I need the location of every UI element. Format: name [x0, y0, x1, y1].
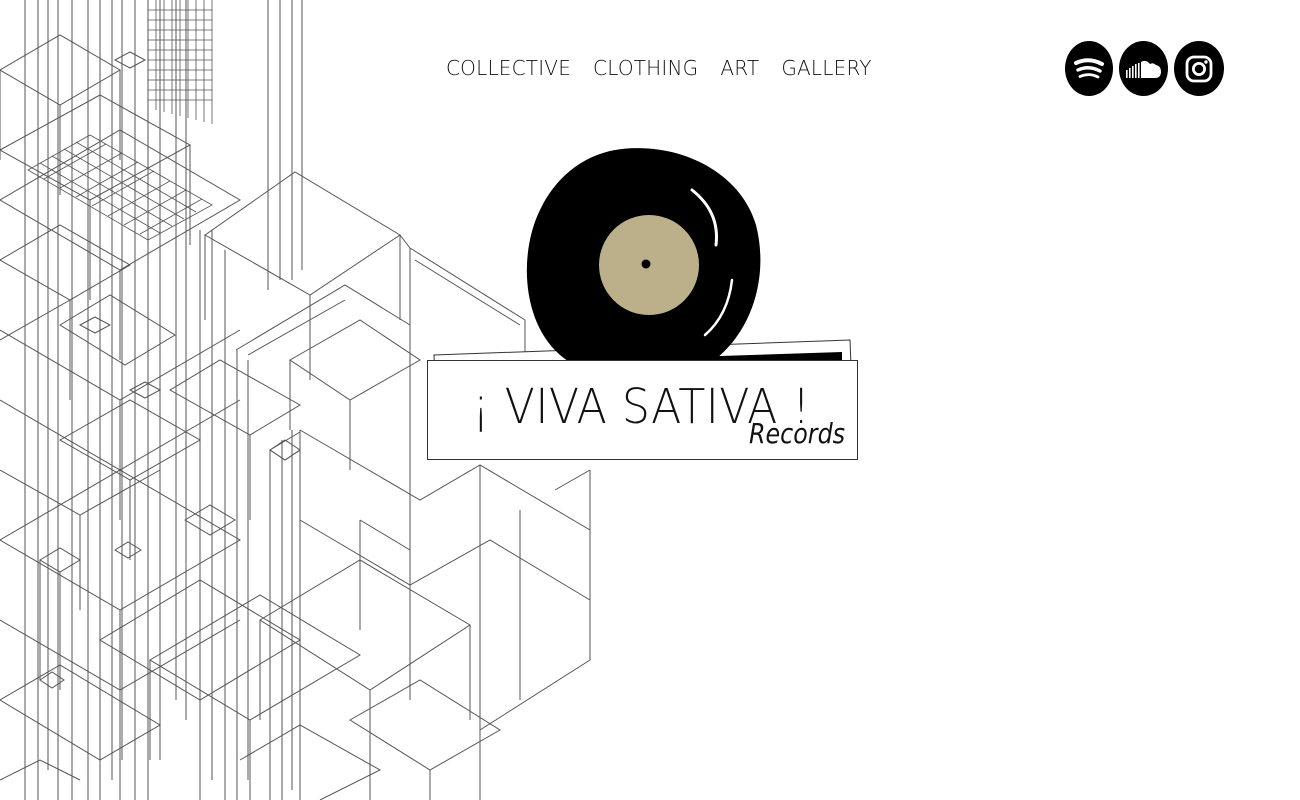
soundcloud-icon: [1125, 60, 1161, 78]
spotify-icon: [1074, 57, 1104, 78]
instagram-icon: [1185, 55, 1213, 82]
nav-item-clothing[interactable]: CLOTHING: [593, 56, 698, 80]
logo-title-card: ¡ VIVA SATIVA ! Records: [427, 360, 858, 460]
nav-item-art[interactable]: ART: [720, 56, 759, 80]
social-links: [1065, 41, 1224, 96]
logo-subtitle: Records: [748, 417, 845, 450]
nav-item-gallery[interactable]: GALLERY: [781, 56, 871, 80]
spotify-link[interactable]: [1065, 41, 1113, 96]
record-spindle-hole: [641, 259, 651, 269]
main-nav: COLLECTIVE CLOTHING ART GALLERY: [446, 56, 872, 80]
soundcloud-link[interactable]: [1119, 41, 1168, 96]
nav-item-collective[interactable]: COLLECTIVE: [446, 56, 571, 80]
instagram-link[interactable]: [1174, 41, 1224, 96]
